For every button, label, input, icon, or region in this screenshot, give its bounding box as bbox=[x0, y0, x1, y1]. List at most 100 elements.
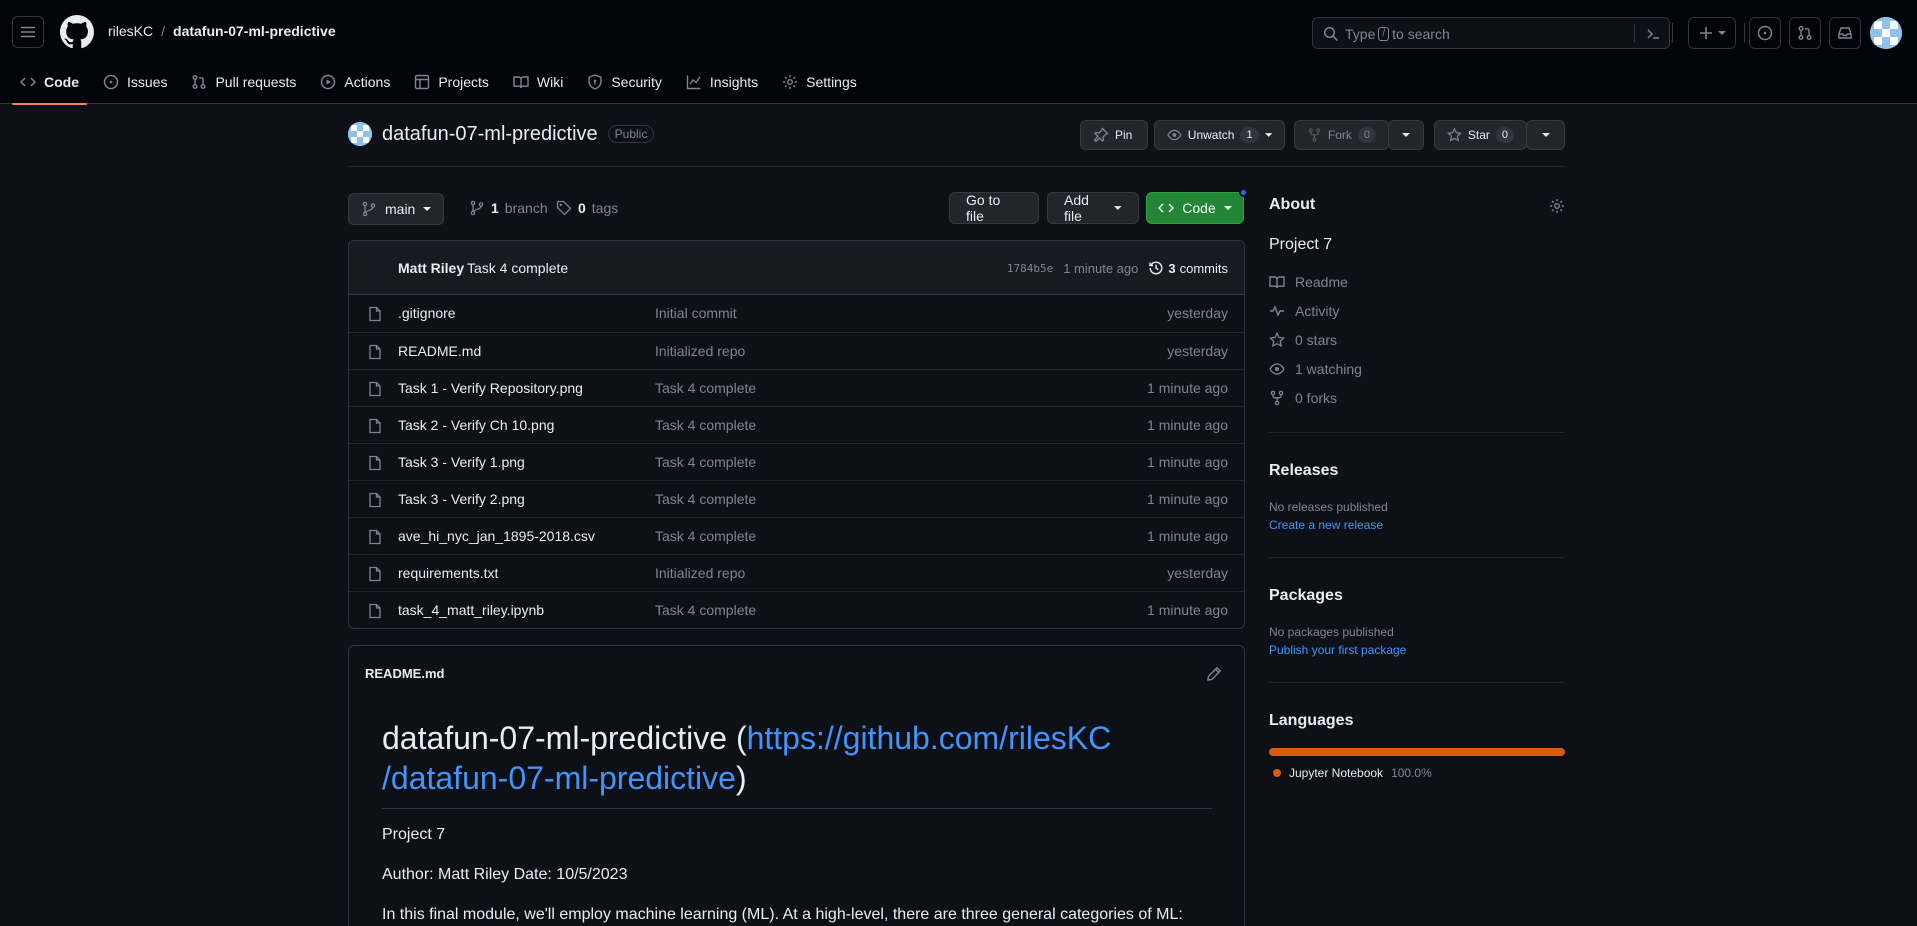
create-new-button[interactable] bbox=[1688, 17, 1736, 49]
tags-link[interactable]: 0 tags bbox=[556, 200, 618, 216]
user-avatar[interactable] bbox=[1870, 17, 1902, 49]
file-commit-message[interactable]: Task 4 complete bbox=[655, 491, 756, 507]
watching-link[interactable]: 1 watching bbox=[1269, 361, 1362, 377]
file-commit-message[interactable]: Initialized repo bbox=[655, 565, 745, 581]
file-commit-age: yesterday bbox=[1167, 305, 1228, 321]
tab-projects[interactable]: Projects bbox=[404, 64, 499, 100]
file-commit-message[interactable]: Task 4 complete bbox=[655, 380, 756, 396]
branches-link[interactable]: 1 branch bbox=[469, 200, 548, 216]
file-name-link[interactable]: task_4_matt_riley.ipynb bbox=[398, 602, 544, 618]
file-row[interactable]: requirements.txt Initialized repo yesterda… bbox=[349, 554, 1244, 591]
readme-link[interactable]: Readme bbox=[1269, 274, 1348, 290]
pull-requests-button[interactable] bbox=[1789, 17, 1821, 49]
fork-icon bbox=[1270, 390, 1284, 406]
search-placeholder: Type / to search bbox=[1345, 26, 1450, 42]
tab-insights[interactable]: Insights bbox=[676, 64, 768, 100]
file-commit-message[interactable]: Task 4 complete bbox=[655, 602, 756, 618]
file-commit-message[interactable]: Initialized repo bbox=[655, 343, 745, 359]
file-commit-message[interactable]: Task 4 complete bbox=[655, 528, 756, 544]
releases-heading[interactable]: Releases bbox=[1269, 462, 1338, 480]
file-name-link[interactable]: Task 2 - Verify Ch 10.png bbox=[398, 417, 554, 433]
publish-package-link[interactable]: Publish your first package bbox=[1269, 643, 1406, 657]
tab-actions[interactable]: Actions bbox=[310, 64, 400, 100]
pencil-icon[interactable] bbox=[1206, 666, 1222, 682]
language-item[interactable]: Jupyter Notebook 100.0% bbox=[1273, 766, 1432, 780]
commit-author[interactable]: Matt Riley bbox=[398, 260, 464, 276]
breadcrumb-separator: / bbox=[161, 23, 166, 39]
file-row[interactable]: .gitignore Initial commit yesterday bbox=[349, 295, 1244, 332]
tab-pull-requests[interactable]: Pull requests bbox=[181, 64, 306, 100]
file-name-link[interactable]: Task 3 - Verify 2.png bbox=[398, 491, 525, 507]
fork-button[interactable]: Fork 0 bbox=[1294, 120, 1389, 150]
gear-icon[interactable] bbox=[1549, 198, 1565, 214]
pin-button[interactable]: Pin bbox=[1080, 120, 1148, 150]
unwatch-button[interactable]: Unwatch 1 bbox=[1154, 120, 1285, 150]
file-name-link[interactable]: requirements.txt bbox=[398, 565, 498, 581]
branch-selector[interactable]: main bbox=[348, 193, 445, 225]
file-row[interactable]: README.md Initialized repo yesterday bbox=[349, 332, 1244, 369]
file-row[interactable]: Task 2 - Verify Ch 10.png Task 4 complete… bbox=[349, 406, 1244, 443]
star-button[interactable]: Star 0 bbox=[1434, 120, 1527, 150]
history-icon bbox=[1149, 261, 1163, 275]
plus-icon bbox=[1700, 27, 1712, 39]
issues-button[interactable] bbox=[1749, 17, 1781, 49]
file-row[interactable]: Task 3 - Verify 1.png Task 4 complete 1 mi… bbox=[349, 443, 1244, 480]
repo-name-link[interactable]: datafun-07-ml-predictive bbox=[382, 123, 598, 146]
visibility-badge: Public bbox=[607, 125, 655, 143]
add-file-button[interactable]: Add file bbox=[1047, 192, 1139, 224]
watch-count: 1 bbox=[1240, 127, 1259, 143]
packages-empty: No packages published bbox=[1269, 625, 1394, 639]
file-row[interactable]: task_4_matt_riley.ipynb Task 4 complete 1 … bbox=[349, 591, 1244, 628]
file-name-link[interactable]: .gitignore bbox=[398, 305, 456, 321]
tab-issues[interactable]: Issues bbox=[93, 64, 177, 100]
star-list-button[interactable] bbox=[1526, 120, 1565, 150]
file-commit-message[interactable]: Task 4 complete bbox=[655, 454, 756, 470]
inbox-button[interactable] bbox=[1829, 17, 1861, 49]
file-icon bbox=[369, 566, 381, 582]
breadcrumb-repo[interactable]: datafun-07-ml-predictive bbox=[173, 23, 336, 39]
readme-filename: README.md bbox=[365, 666, 445, 681]
create-release-link[interactable]: Create a new release bbox=[1269, 518, 1383, 532]
packages-heading[interactable]: Packages bbox=[1269, 587, 1343, 605]
commit-sha[interactable]: 1784b5e bbox=[1007, 262, 1053, 275]
code-button[interactable]: Code bbox=[1146, 192, 1244, 224]
tab-wiki[interactable]: Wiki bbox=[503, 64, 573, 100]
go-to-file-button[interactable]: Go to file bbox=[949, 192, 1039, 224]
book-icon bbox=[1269, 276, 1285, 289]
file-row[interactable]: Task 3 - Verify 2.png Task 4 complete 1 mi… bbox=[349, 480, 1244, 517]
menu-button[interactable] bbox=[12, 16, 44, 48]
eye-icon bbox=[1269, 363, 1285, 375]
file-row[interactable]: Task 1 - Verify Repository.png Task 4 com… bbox=[349, 369, 1244, 406]
activity-link[interactable]: Activity bbox=[1269, 303, 1339, 319]
graph-icon bbox=[686, 75, 701, 90]
file-commit-message[interactable]: Initial commit bbox=[655, 305, 737, 321]
readme-paragraph: In this final module, we'll employ machi… bbox=[382, 906, 1183, 923]
fork-menu-button[interactable] bbox=[1388, 120, 1424, 150]
repo-owner-avatar[interactable] bbox=[348, 122, 372, 146]
forks-link[interactable]: 0 forks bbox=[1269, 390, 1337, 406]
commit-author-avatar[interactable] bbox=[365, 258, 387, 280]
command-palette-icon[interactable] bbox=[1645, 26, 1661, 42]
tab-code[interactable]: Code bbox=[10, 64, 89, 105]
repo-description: Project 7 bbox=[1269, 236, 1333, 253]
tab-security[interactable]: Security bbox=[577, 64, 672, 100]
file-name-link[interactable]: Task 1 - Verify Repository.png bbox=[398, 380, 583, 396]
tab-settings[interactable]: Settings bbox=[772, 64, 867, 100]
file-commit-message[interactable]: Task 4 complete bbox=[655, 417, 756, 433]
file-name-link[interactable]: README.md bbox=[398, 343, 481, 359]
file-icon bbox=[369, 603, 381, 619]
file-name-link[interactable]: ave_hi_nyc_jan_1895-2018.csv bbox=[398, 528, 595, 544]
caret-down-icon bbox=[1114, 206, 1122, 210]
stars-link[interactable]: 0 stars bbox=[1269, 332, 1337, 348]
search-input[interactable]: Type / to search bbox=[1312, 17, 1670, 49]
github-logo-icon[interactable] bbox=[60, 15, 94, 49]
commit-message[interactable]: Task 4 complete bbox=[467, 260, 568, 276]
shield-icon bbox=[588, 74, 603, 90]
file-icon bbox=[369, 529, 381, 545]
file-name-link[interactable]: Task 3 - Verify 1.png bbox=[398, 454, 525, 470]
notification-dot bbox=[1239, 188, 1248, 197]
global-header: rilesKC / datafun-07-ml-predictive Type … bbox=[0, 0, 1917, 105]
commits-link[interactable]: 3 commits bbox=[1148, 260, 1228, 276]
file-row[interactable]: ave_hi_nyc_jan_1895-2018.csv Task 4 compl… bbox=[349, 517, 1244, 554]
breadcrumb-owner[interactable]: rilesKC bbox=[108, 23, 153, 39]
